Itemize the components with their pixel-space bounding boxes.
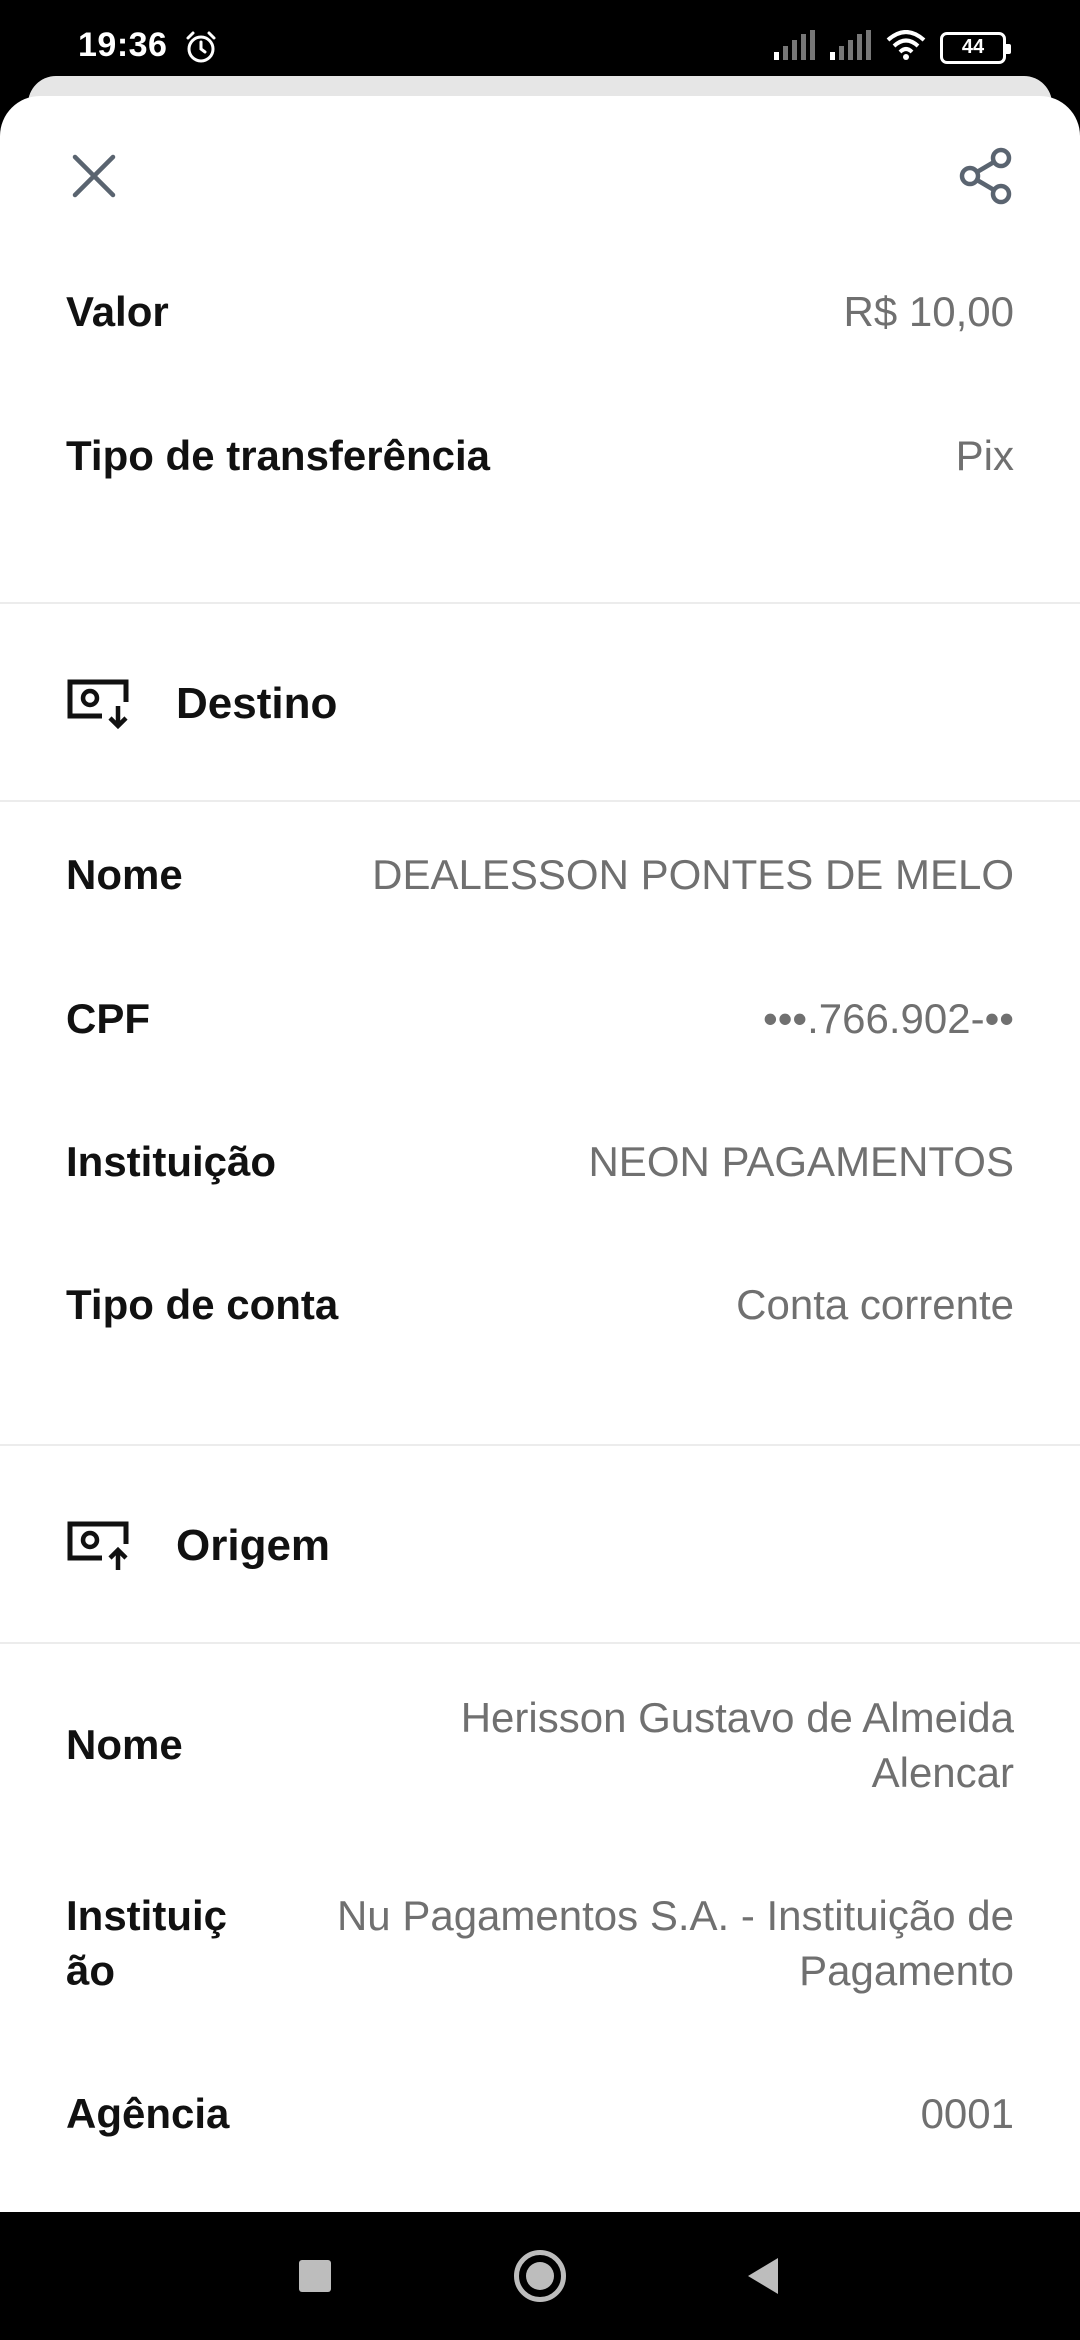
origem-instituicao-line2: Pagamento (799, 1947, 1014, 1994)
origem-instituicao-value: Nu Pagamentos S.A. - Instituição de Paga… (337, 1888, 1014, 1998)
section-origem-title: Origem (176, 1521, 331, 1570)
row-origem-instituicao: Instituiç ão Nu Pagamentos S.A. - Instit… (0, 1888, 1080, 1998)
origem-agencia-value: 0001 (920, 2090, 1014, 2137)
share-icon (959, 147, 1012, 205)
destino-nome-label: Nome (66, 850, 183, 898)
valor-label: Valor (66, 287, 169, 335)
divider (0, 602, 1080, 604)
wifi-icon (886, 30, 926, 65)
valor-value: R$ 10,00 (843, 288, 1014, 335)
origem-agencia-label: Agência (66, 2089, 230, 2137)
destino-instituicao-value: NEON PAGAMENTOS (588, 1138, 1014, 1185)
section-origem-header: Origem (0, 1506, 1080, 1586)
share-button[interactable] (956, 146, 1016, 206)
send-money-icon (67, 1521, 129, 1570)
recents-icon[interactable] (299, 2260, 331, 2292)
origem-instituicao-label-line2: ão (66, 1947, 116, 1994)
destino-instituicao-label: Instituição (66, 1137, 277, 1185)
divider (0, 1444, 1080, 1446)
battery-icon: 44 (940, 31, 1011, 64)
section-destino-header: Destino (0, 664, 1080, 744)
battery-level: 44 (961, 36, 985, 58)
origem-nome-label: Nome (66, 1721, 183, 1768)
origem-nome-line2: Alencar (871, 1749, 1014, 1796)
row-destino-cpf: CPF •••.766.902-•• (0, 991, 1080, 1046)
home-icon[interactable] (514, 2250, 566, 2302)
origem-instituicao-label-line1: Instituiç (66, 1892, 228, 1939)
alarm-icon (184, 30, 218, 69)
destino-tipo-conta-value: Conta corrente (736, 1281, 1014, 1328)
status-bar: 19:36 44 (0, 0, 1080, 80)
origem-instituicao-label: Instituiç ão (66, 1888, 227, 1998)
navigation-bar (0, 2212, 1080, 2340)
tipo-transferencia-label: Tipo de transferência (66, 431, 491, 479)
signal-icon (774, 30, 816, 65)
tipo-transferencia-value: Pix (955, 432, 1014, 479)
destino-nome-value: DEALESSON PONTES DE MELO (372, 851, 1014, 898)
divider (0, 1642, 1080, 1644)
destino-cpf-label: CPF (66, 994, 150, 1042)
row-destino-tipo-conta: Tipo de conta Conta corrente (0, 1277, 1080, 1332)
row-origem-agencia: Agência 0001 (0, 2086, 1080, 2141)
row-destino-nome: Nome DEALESSON PONTES DE MELO (0, 847, 1080, 902)
receipt-sheet: Valor R$ 10,00 Tipo de transferência Pix… (0, 96, 1080, 2212)
destino-cpf-value: •••.766.902-•• (763, 995, 1014, 1042)
section-destino-title: Destino (176, 679, 338, 728)
divider (0, 800, 1080, 802)
origem-nome-value: Herisson Gustavo de Almeida Alencar (461, 1690, 1014, 1800)
back-icon[interactable] (744, 2256, 780, 2296)
destino-tipo-conta-label: Tipo de conta (66, 1280, 339, 1328)
signal-icon-2 (830, 30, 872, 65)
sheet-header (0, 96, 1080, 256)
origem-instituicao-line1: Nu Pagamentos S.A. - Instituição de (336, 1892, 1014, 1939)
row-destino-instituicao: Instituição NEON PAGAMENTOS (0, 1134, 1080, 1189)
close-icon (72, 154, 116, 198)
receive-money-icon (67, 679, 129, 730)
close-button[interactable] (64, 146, 124, 206)
status-time: 19:36 (78, 26, 168, 64)
row-origem-nome: Nome Herisson Gustavo de Almeida Alencar (0, 1690, 1080, 1800)
row-tipo-transferencia: Tipo de transferência Pix (0, 428, 1080, 483)
origem-nome-line1: Herisson Gustavo de Almeida (460, 1694, 1014, 1741)
row-valor: Valor R$ 10,00 (0, 284, 1080, 339)
